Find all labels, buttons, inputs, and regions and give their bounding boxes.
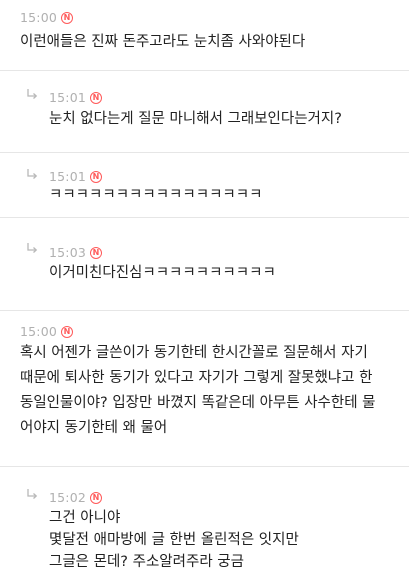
comment-meta: 15:00 N — [20, 10, 74, 25]
comment-text: 이거미친다진심ㅋㅋㅋㅋㅋㅋㅋㅋㅋㅋ — [49, 265, 276, 281]
new-badge-icon: N — [90, 170, 103, 183]
comment-time: 15:00 — [20, 324, 58, 339]
reply-arrow-icon — [27, 169, 38, 179]
reply-arrow-icon — [27, 489, 38, 499]
comment-text: ㅋㅋㅋㅋㅋㅋㅋㅋㅋㅋㅋㅋㅋㅋㅋㅋ — [49, 187, 263, 203]
reply-item: 15:01 N ㅋㅋㅋㅋㅋㅋㅋㅋㅋㅋㅋㅋㅋㅋㅋㅋ — [0, 153, 409, 218]
comment-time: 15:03 — [49, 245, 87, 260]
reply-item: 15:03 N 이거미친다진심ㅋㅋㅋㅋㅋㅋㅋㅋㅋㅋ — [0, 218, 409, 311]
new-badge-icon: N — [61, 325, 74, 338]
new-badge-icon: N — [90, 91, 103, 104]
comment-time: 15:01 — [49, 90, 87, 105]
comment-meta: 15:02 N — [49, 490, 103, 505]
comment-text: 그건 아니야 몇달전 애마방에 글 한번 올린적은 잇지만 그글은 몬데? 주소… — [49, 510, 299, 570]
comment-item: 15:00 N 이런애들은 진짜 돈주고라도 눈치좀 사와야된다 — [0, 0, 409, 71]
comment-meta: 15:03 N — [49, 245, 103, 260]
comment-feed: 15:00 N 이런애들은 진짜 돈주고라도 눈치좀 사와야된다 15:01 N… — [0, 0, 409, 572]
comment-time: 15:02 — [49, 490, 87, 505]
new-badge-icon: N — [90, 491, 103, 504]
comment-item: 15:00 N 혹시 어젠가 글쓴이가 동기한테 한시간꼴로 질문해서 자기 때… — [0, 311, 409, 467]
reply-arrow-icon — [27, 243, 38, 253]
comment-text: 눈치 없다는게 질문 마니해서 그래보인다는거지? — [49, 111, 342, 127]
comment-meta: 15:01 N — [49, 90, 103, 105]
reply-arrow-icon — [27, 89, 38, 99]
reply-item: 15:02 N 그건 아니야 몇달전 애마방에 글 한번 올린적은 잇지만 그글… — [0, 467, 409, 572]
comment-time: 15:00 — [20, 10, 58, 25]
reply-item: 15:01 N 눈치 없다는게 질문 마니해서 그래보인다는거지? — [0, 71, 409, 153]
comment-meta: 15:00 N — [20, 324, 74, 339]
new-badge-icon: N — [61, 11, 74, 24]
comment-text: 이런애들은 진짜 돈주고라도 눈치좀 사와야된다 — [20, 34, 306, 50]
new-badge-icon: N — [90, 246, 103, 259]
comment-meta: 15:01 N — [49, 169, 103, 184]
comment-time: 15:01 — [49, 169, 87, 184]
comment-text: 혹시 어젠가 글쓴이가 동기한테 한시간꼴로 질문해서 자기 때문에 퇴사한 동… — [20, 345, 376, 436]
